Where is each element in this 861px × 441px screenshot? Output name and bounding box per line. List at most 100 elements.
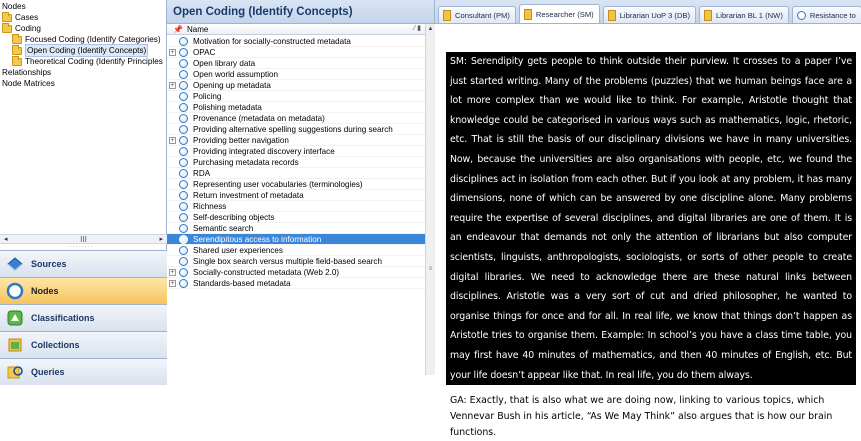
node-row[interactable]: Semantic search: [167, 223, 425, 234]
node-icon: [179, 267, 188, 277]
node-row[interactable]: Providing integrated discovery interface: [167, 146, 425, 157]
document-content: SM: Serendipity gets people to think out…: [435, 25, 861, 438]
document-icon: [704, 9, 713, 21]
node-row[interactable]: Policing: [167, 91, 425, 102]
node-row-label: Providing better navigation: [193, 135, 289, 145]
document-icon: [523, 8, 532, 20]
document-tab[interactable]: Resistance to: [791, 6, 861, 23]
node-row[interactable]: Open library data: [167, 58, 425, 69]
node-icon: [179, 80, 188, 90]
nav-queries-button[interactable]: Queries: [0, 358, 167, 385]
expand-icon[interactable]: +: [169, 136, 176, 144]
node-icon: [179, 157, 188, 167]
node-icon: [179, 245, 188, 255]
node-icon: [179, 47, 188, 57]
nav-classifications-button[interactable]: Classifications: [0, 304, 167, 331]
tree-item[interactable]: Cases: [1, 11, 167, 23]
document-tab[interactable]: Researcher (SM): [518, 4, 600, 23]
horizontal-scrollbar[interactable]: ◂ III ▸: [0, 234, 167, 244]
node-row[interactable]: Polishing metadata: [167, 102, 425, 113]
pin-icon: 📌: [173, 24, 183, 34]
classifications-icon: [6, 309, 24, 327]
node-row-label: Open world assumption: [193, 69, 279, 79]
tree-item[interactable]: Coding: [1, 22, 167, 34]
tree-item[interactable]: Node Matrices: [1, 78, 167, 89]
node-row[interactable]: Purchasing metadata records: [167, 157, 425, 168]
queries-icon: [6, 363, 24, 381]
nav-collections-button[interactable]: Collections: [0, 331, 167, 358]
document-tab-label: Resistance to: [809, 10, 856, 20]
scroll-up-arrow[interactable]: ▲: [426, 24, 435, 34]
node-row[interactable]: Open world assumption: [167, 69, 425, 80]
nav-sources-label: Sources: [31, 259, 67, 269]
node-row[interactable]: + Providing better navigation: [167, 135, 425, 146]
node-row-label: Return investment of metadata: [193, 190, 304, 200]
document-tab[interactable]: Librarian BL 1 (NW): [699, 6, 789, 23]
expand-icon[interactable]: +: [169, 268, 176, 276]
node-icon: [796, 10, 806, 20]
node-row[interactable]: Providing alternative spelling suggestio…: [167, 124, 425, 135]
node-icon: [179, 113, 188, 123]
node-row-label: Serendipitous access to information: [193, 234, 322, 244]
nav-collections-label: Collections: [31, 340, 80, 350]
tree-item-label: Cases: [15, 13, 39, 22]
scroll-left-arrow[interactable]: ◂: [4, 235, 8, 243]
node-row[interactable]: Provenance (metadata on metadata): [167, 113, 425, 124]
nav-sources-button[interactable]: Sources: [0, 250, 167, 277]
node-row[interactable]: Single box search versus multiple field-…: [167, 256, 425, 267]
node-row-label: Single box search versus multiple field-…: [193, 256, 382, 266]
node-list-pane: Open Coding (Identify Concepts) 📌 Name ⁄…: [167, 0, 435, 375]
node-row[interactable]: + OPAC: [167, 47, 425, 58]
document-paragraph: GA: Exactly, that is also what we are do…: [450, 395, 833, 439]
node-row-label: Polishing metadata: [193, 102, 262, 112]
tree-item[interactable]: Relationships: [1, 67, 167, 78]
tree-item-label: Nodes: [2, 2, 26, 11]
node-row-label: Provenance (metadata on metadata): [193, 113, 325, 123]
vertical-scrollbar[interactable]: ▲ ≡: [425, 24, 435, 375]
tree-item[interactable]: Nodes: [1, 1, 167, 12]
node-row-label: Open library data: [193, 58, 256, 68]
node-icon: [179, 91, 188, 101]
folder-tree: Nodes Cases Coding Focused Coding (Identify…: [0, 0, 167, 226]
node-row[interactable]: + Standards-based metadata: [167, 278, 425, 289]
column-name-label: Name: [186, 24, 209, 34]
folder-icon: [2, 11, 12, 22]
node-icon: [179, 124, 188, 134]
node-row[interactable]: Shared user experiences: [167, 245, 425, 256]
node-row[interactable]: RDA: [167, 168, 425, 179]
detail-pane: Consultant (PM) Researcher (SM) Librarian …: [435, 0, 861, 438]
node-row-label: Representing user vocabularies (terminol…: [193, 179, 363, 189]
node-row[interactable]: Return investment of metadata: [167, 190, 425, 201]
node-icon: [179, 102, 188, 112]
node-row-label: RDA: [193, 168, 211, 178]
scroll-right-arrow[interactable]: ▸: [159, 235, 163, 243]
node-row[interactable]: + Opening up metadata: [167, 80, 425, 91]
column-header[interactable]: 📌 Name ⁄ ▮: [167, 24, 425, 35]
node-icon: [179, 58, 188, 68]
node-row-label: Providing integrated discovery interface: [193, 146, 335, 156]
nav-nodes-label: Nodes: [31, 286, 59, 296]
coded-highlighted-text[interactable]: SM: Serendipity gets people to think out…: [446, 52, 856, 386]
document-tab[interactable]: Librarian UoP 3 (DB): [602, 6, 697, 23]
scroll-grip[interactable]: ≡: [427, 264, 434, 274]
node-row[interactable]: Richness: [167, 201, 425, 212]
node-row[interactable]: Serendipitous access to information: [167, 234, 425, 245]
tree-item-label: Theoretical Coding (Identify Principles: [25, 57, 163, 66]
node-row[interactable]: + Socially-constructed metadata (Web 2.0): [167, 267, 425, 278]
node-row[interactable]: Representing user vocabularies (terminol…: [167, 179, 425, 190]
node-row[interactable]: Self-describing objects: [167, 212, 425, 223]
document-tabs: Consultant (PM) Researcher (SM) Librarian …: [435, 0, 861, 24]
tree-item[interactable]: Theoretical Coding (Identify Principles: [1, 55, 167, 67]
folder-icon: [2, 22, 12, 33]
expand-icon[interactable]: +: [169, 279, 176, 287]
expand-icon[interactable]: +: [169, 81, 176, 89]
document-icon: [443, 9, 451, 21]
nav-nodes-button[interactable]: Nodes: [0, 277, 167, 304]
node-row[interactable]: Motivation for socially-constructed meta…: [167, 36, 425, 47]
scroll-thumb[interactable]: III: [80, 235, 87, 244]
document-tab[interactable]: Consultant (PM): [438, 6, 516, 23]
node-row-label: Richness: [193, 201, 227, 211]
tree-item[interactable]: Open Coding (Identify Concepts): [1, 44, 167, 57]
node-icon: [179, 168, 188, 178]
expand-icon[interactable]: +: [169, 48, 176, 56]
